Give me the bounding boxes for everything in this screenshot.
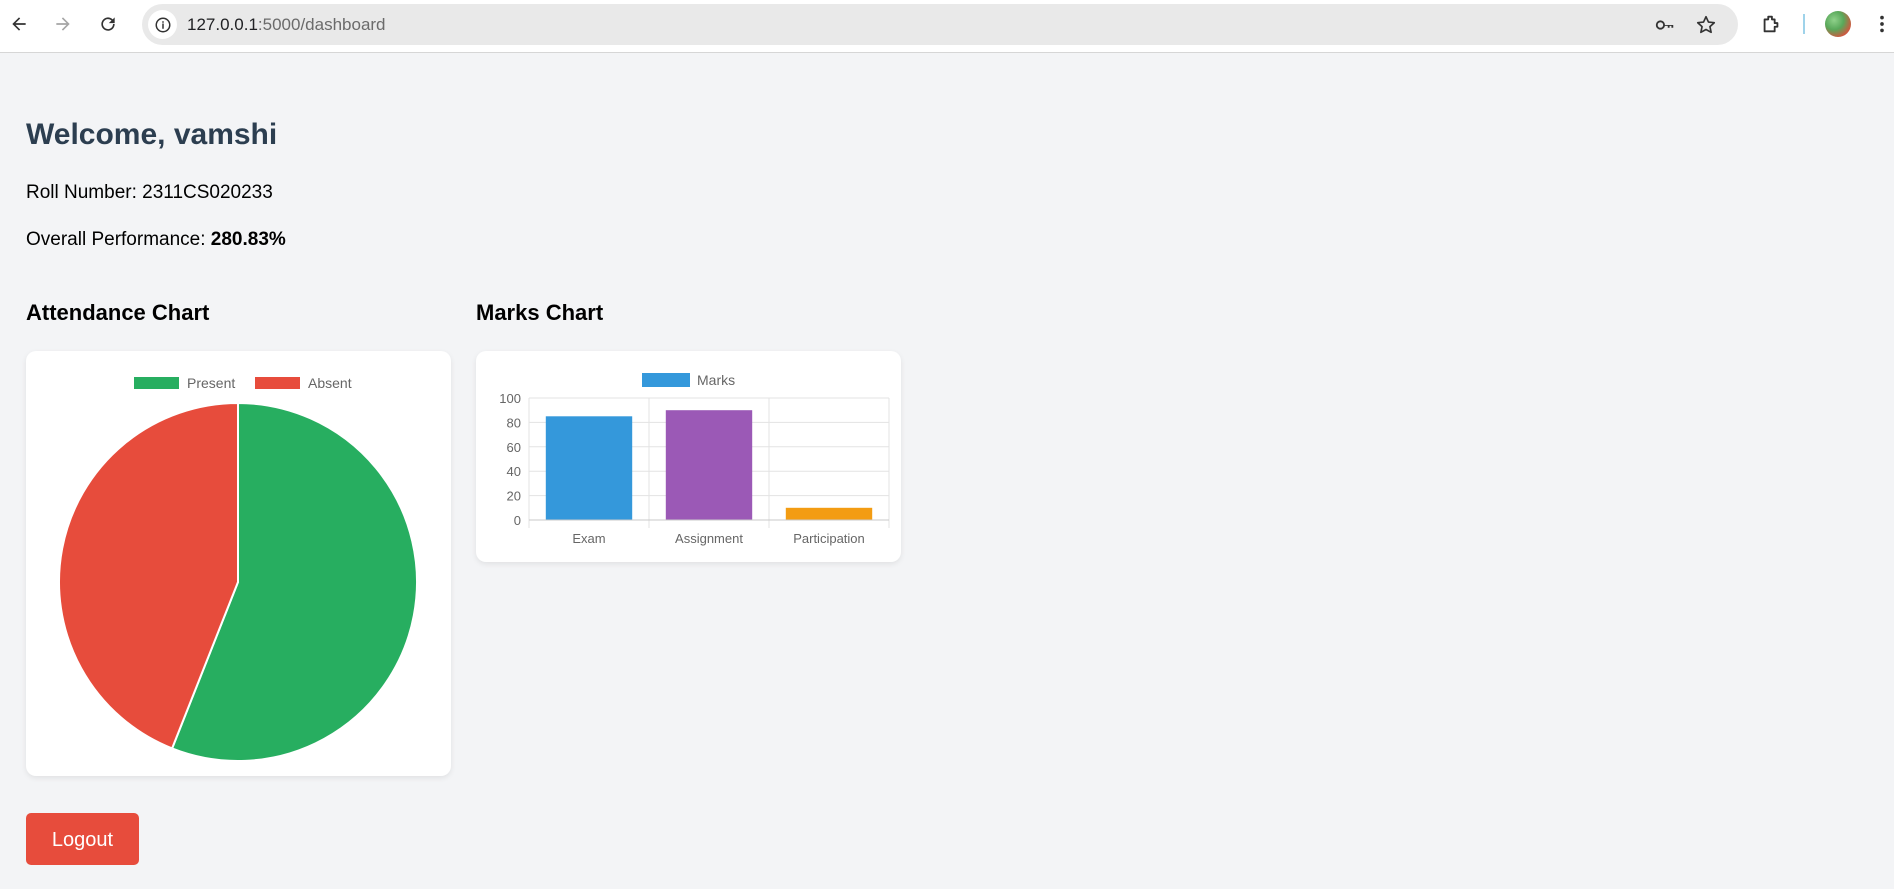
marks-chart-card: Marks 0 20 40 60 80 100 Exam Assignment Participa… — [476, 351, 901, 562]
bar-participation — [785, 507, 873, 520]
attendance-pie-chart: Present Absent — [58, 375, 418, 762]
roll-number: Roll Number: 2311CS020233 — [26, 181, 273, 205]
toolbar-divider — [1803, 14, 1805, 34]
key-icon[interactable] — [1654, 14, 1676, 36]
y-tick-label: 60 — [507, 440, 521, 455]
y-tick-label: 40 — [507, 464, 521, 479]
y-tick-label: 20 — [507, 489, 521, 504]
welcome-heading: Welcome, vamshi — [26, 118, 278, 151]
legend-label-present: Present — [187, 375, 235, 391]
y-tick-label: 0 — [514, 513, 521, 528]
legend-label-absent: Absent — [308, 375, 352, 391]
address-bar[interactable]: 127.0.0.1:5000/dashboard — [142, 4, 1738, 45]
performance-label: Overall Performance: — [26, 229, 211, 250]
x-tick-label-participation: Participation — [793, 531, 865, 546]
site-info-icon[interactable] — [148, 10, 177, 39]
overall-performance: Overall Performance: 280.83% — [26, 228, 286, 252]
roll-value: 2311CS020233 — [142, 182, 273, 203]
x-tick-label-exam: Exam — [572, 531, 605, 546]
browser-toolbar: 127.0.0.1:5000/dashboard — [0, 0, 1894, 53]
legend-label-marks: Marks — [697, 372, 735, 388]
reload-icon[interactable] — [95, 11, 121, 37]
legend-swatch-marks — [642, 373, 690, 387]
marks-bar-chart: Marks 0 20 40 60 80 100 Exam Assignment Participa… — [499, 372, 890, 546]
menu-dots-icon[interactable] — [1872, 11, 1892, 37]
url-text[interactable]: 127.0.0.1:5000/dashboard — [187, 4, 386, 45]
y-tick-label: 100 — [499, 391, 521, 406]
y-tick-label: 80 — [507, 415, 521, 430]
attendance-chart-title: Attendance Chart — [26, 300, 210, 325]
bar-exam — [545, 416, 633, 520]
attendance-chart-card: Present Absent — [26, 351, 451, 776]
marks-chart-title: Marks Chart — [476, 300, 604, 325]
url-path: :5000/dashboard — [257, 15, 386, 34]
back-icon[interactable] — [6, 11, 32, 37]
extensions-icon[interactable] — [1758, 11, 1784, 37]
performance-value: 280.83% — [210, 229, 286, 250]
url-host: 127.0.0.1 — [187, 15, 258, 34]
legend-swatch-present — [134, 377, 179, 389]
bookmark-star-icon[interactable] — [1695, 14, 1717, 36]
profile-avatar[interactable] — [1825, 11, 1851, 37]
bar-assignment — [665, 410, 753, 520]
roll-label: Roll Number: — [26, 182, 143, 203]
legend-swatch-absent — [255, 377, 300, 389]
logout-button[interactable]: Logout — [26, 813, 139, 865]
x-tick-label-assignment: Assignment — [675, 531, 743, 546]
forward-icon[interactable] — [50, 11, 76, 37]
